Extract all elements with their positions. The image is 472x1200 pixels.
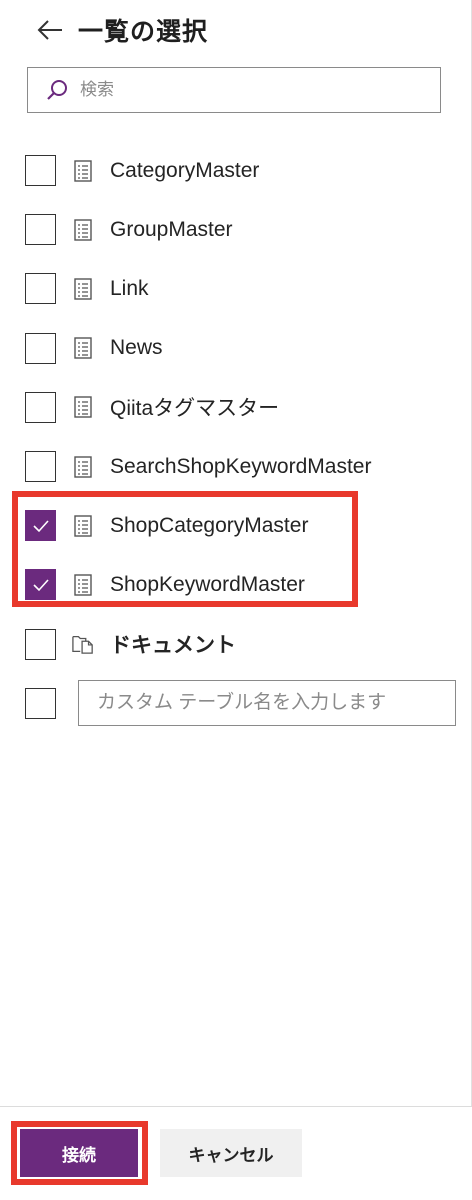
search-box[interactable]	[27, 67, 441, 113]
list-icon	[72, 277, 94, 301]
list-item[interactable]: ドキュメント	[0, 615, 472, 674]
list-item[interactable]: Link	[0, 259, 472, 318]
list-item-label: Qiitaタグマスター	[110, 397, 280, 421]
search-input[interactable]	[80, 80, 400, 100]
document-library-icon	[72, 632, 94, 656]
connect-button[interactable]: 接続	[20, 1129, 138, 1177]
list-item[interactable]: ShopCategoryMaster	[0, 496, 472, 555]
list-item[interactable]: Qiitaタグマスター	[0, 378, 472, 437]
custom-table-row	[0, 674, 472, 733]
list-icon	[72, 336, 94, 360]
back-button[interactable]	[36, 16, 64, 44]
search-icon	[46, 79, 68, 101]
list-icon	[72, 395, 94, 419]
list-icon	[72, 455, 94, 479]
list-selection-panel: 一覧の選択 CategoryMaster GroupMaster Link	[0, 0, 472, 1200]
list-item[interactable]: CategoryMaster	[0, 141, 472, 200]
list-item[interactable]: SearchShopKeywordMaster	[0, 437, 472, 496]
cancel-button[interactable]: キャンセル	[160, 1129, 302, 1177]
list-item-label: ドキュメント	[110, 634, 236, 658]
list-items: CategoryMaster GroupMaster Link News Qii…	[0, 141, 472, 733]
list-icon	[72, 159, 94, 183]
list-icon	[72, 514, 94, 538]
list-item-label: ShopKeywordMaster	[110, 572, 305, 596]
page-title: 一覧の選択	[78, 18, 209, 46]
custom-table-name-input[interactable]	[78, 680, 456, 727]
list-item-checkbox[interactable]	[25, 391, 56, 423]
list-item-checkbox[interactable]	[25, 569, 56, 601]
list-item[interactable]: News	[0, 319, 472, 378]
list-item-checkbox[interactable]	[25, 628, 56, 660]
panel-footer: 接続 キャンセル	[0, 1106, 472, 1200]
list-item-label: ShopCategoryMaster	[110, 513, 309, 537]
list-item-checkbox[interactable]	[25, 273, 56, 305]
checkmark-icon	[32, 579, 49, 592]
list-item-checkbox[interactable]	[25, 332, 56, 364]
custom-table-checkbox[interactable]	[25, 687, 56, 719]
list-icon	[72, 218, 94, 242]
list-item-label: CategoryMaster	[110, 158, 260, 182]
list-item-checkbox[interactable]	[25, 155, 56, 187]
list-item-checkbox[interactable]	[25, 510, 56, 542]
list-item-label: SearchShopKeywordMaster	[110, 454, 372, 478]
list-item[interactable]: GroupMaster	[0, 200, 472, 259]
list-item-label: GroupMaster	[110, 217, 233, 241]
list-item[interactable]: ShopKeywordMaster	[0, 555, 472, 614]
list-item-checkbox[interactable]	[25, 451, 56, 483]
checkmark-icon	[32, 520, 49, 532]
panel-header: 一覧の選択	[36, 12, 208, 48]
list-icon	[72, 573, 94, 597]
list-item-label: Link	[110, 276, 149, 300]
back-arrow-icon	[37, 20, 62, 40]
list-item-label: News	[110, 336, 163, 360]
list-item-checkbox[interactable]	[25, 214, 56, 246]
